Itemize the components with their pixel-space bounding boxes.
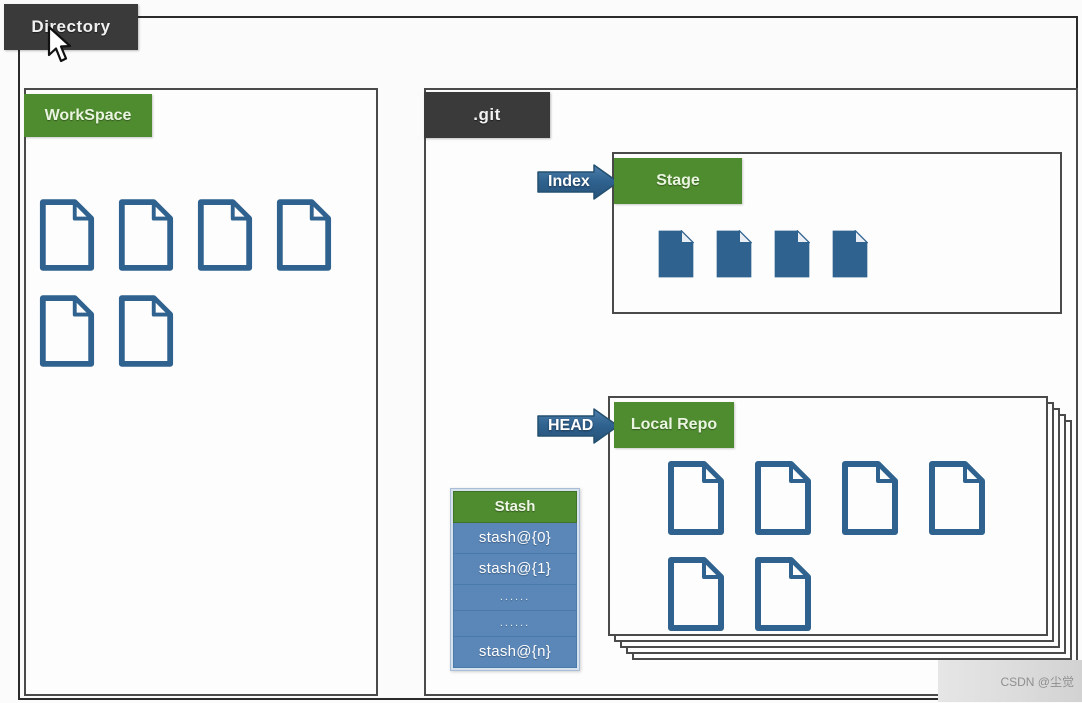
- git-header-tab: .git: [424, 92, 550, 138]
- local-repo-doc-6: [755, 557, 811, 631]
- stash-row: stash@{n}: [453, 637, 577, 668]
- workspace-doc-5: [39, 295, 95, 367]
- stage-doc-4: [832, 230, 868, 278]
- workspace-doc-6: [118, 295, 174, 367]
- diagram-canvas: Directory .git WorkSpace Stage Local Rep…: [0, 0, 1082, 703]
- workspace-doc-2: [118, 199, 174, 271]
- stage-doc-2: [716, 230, 752, 278]
- arrow-right-icon: [537, 408, 619, 444]
- workspace-doc-1: [39, 199, 95, 271]
- stash-table: Stash stash@{0} stash@{1}............ stas…: [450, 488, 580, 671]
- workspace-panel: [24, 88, 378, 696]
- workspace-doc-3: [197, 199, 253, 271]
- stage-doc-1: [658, 230, 694, 278]
- stage-header-tab: Stage: [614, 158, 742, 204]
- directory-header-tab: Directory: [4, 4, 138, 50]
- watermark: CSDN @尘觉: [938, 660, 1082, 702]
- git-label: .git: [473, 105, 501, 124]
- workspace-label: WorkSpace: [44, 106, 132, 124]
- stash-table-header: Stash: [453, 491, 577, 523]
- head-arrow: HEAD: [536, 407, 620, 445]
- stage-documents: [656, 228, 916, 280]
- stash-row: stash@{0}: [453, 523, 577, 554]
- stash-row: stash@{1}: [453, 554, 577, 585]
- workspace-header-tab: WorkSpace: [24, 94, 152, 137]
- watermark-text: CSDN @尘觉: [1000, 674, 1074, 689]
- directory-label: Directory: [31, 17, 111, 36]
- workspace-documents: [38, 198, 368, 368]
- local-repo-label: Local Repo: [630, 416, 718, 433]
- local-repo-doc-3: [842, 461, 898, 535]
- stash-row: ......: [453, 585, 577, 611]
- local-repo-doc-1: [668, 461, 724, 535]
- arrow-right-icon: [537, 164, 619, 200]
- stage-doc-3: [774, 230, 810, 278]
- local-repo-doc-4: [929, 461, 985, 535]
- local-repo-header-tab: Local Repo: [614, 402, 734, 448]
- stash-rows-container: stash@{0} stash@{1}............ stash@{n}: [453, 523, 577, 668]
- stash-row: ......: [453, 611, 577, 637]
- workspace-doc-4: [276, 199, 332, 271]
- index-arrow: Index: [536, 163, 620, 201]
- local-repo-documents: [666, 460, 1046, 632]
- local-repo-doc-2: [755, 461, 811, 535]
- stage-label: Stage: [656, 172, 700, 189]
- local-repo-doc-5: [668, 557, 724, 631]
